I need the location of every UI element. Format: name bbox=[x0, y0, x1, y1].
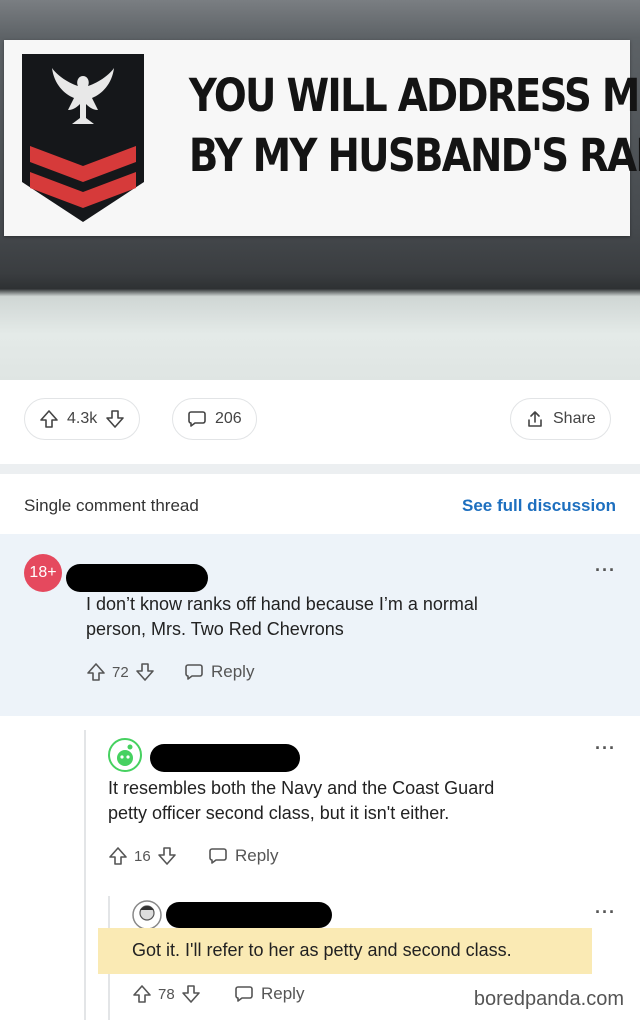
section-divider bbox=[0, 464, 640, 474]
vote-count: 78 bbox=[158, 985, 175, 1003]
more-options-icon[interactable]: ··· bbox=[595, 738, 616, 759]
sticker-text: YOU WILL ADDRESS ME BY MY HUSBAND'S RANK bbox=[188, 66, 640, 186]
comment-vote: 78 bbox=[132, 984, 201, 1004]
thread-header: Single comment thread See full discussio… bbox=[0, 474, 640, 534]
avatar-icon[interactable] bbox=[132, 900, 162, 930]
share-label: Share bbox=[553, 410, 596, 427]
vote-pill: 4.3k bbox=[24, 398, 141, 440]
downvote-icon[interactable] bbox=[105, 409, 125, 429]
snoo-avatar-icon[interactable] bbox=[108, 738, 142, 772]
comment-count: 206 bbox=[215, 410, 242, 427]
reply-icon bbox=[184, 662, 204, 682]
comment-icon bbox=[187, 409, 207, 429]
more-options-icon[interactable]: ··· bbox=[595, 902, 616, 923]
redacted-username bbox=[150, 744, 300, 772]
comment-line: Got it. I'll refer to her as petty and s… bbox=[132, 940, 512, 960]
vote-count: 72 bbox=[112, 663, 129, 681]
post-image[interactable]: YOU WILL ADDRESS ME BY MY HUSBAND'S RANK bbox=[0, 0, 640, 380]
comment-line: person, Mrs. Two Red Chevrons bbox=[86, 619, 344, 639]
comment-highlighted: 18+ ··· I don’t know ranks off hand beca… bbox=[0, 534, 640, 716]
comment-line: petty officer second class, but it isn't… bbox=[108, 803, 450, 823]
reply-button[interactable]: Reply bbox=[208, 846, 278, 866]
comment-body: Got it. I'll refer to her as petty and s… bbox=[132, 938, 512, 963]
share-icon bbox=[525, 409, 545, 429]
vote-count: 4.3k bbox=[67, 410, 98, 427]
reply-icon bbox=[234, 984, 254, 1004]
redacted-username bbox=[166, 902, 332, 928]
comments-button[interactable]: 206 bbox=[172, 398, 257, 440]
downvote-icon[interactable] bbox=[157, 846, 177, 866]
upvote-icon[interactable] bbox=[108, 846, 128, 866]
comment-vote: 16 bbox=[108, 846, 177, 866]
thread-line bbox=[84, 730, 86, 1020]
reply-label: Reply bbox=[261, 984, 305, 1003]
comment-line: It resembles both the Navy and the Coast… bbox=[108, 778, 495, 798]
nsfw-avatar[interactable]: 18+ bbox=[24, 554, 62, 592]
reply-button[interactable]: Reply bbox=[184, 662, 254, 682]
vote-count: 16 bbox=[134, 847, 151, 865]
bumper-sticker: YOU WILL ADDRESS ME BY MY HUSBAND'S RANK bbox=[4, 40, 640, 236]
downvote-icon[interactable] bbox=[135, 662, 155, 682]
sticker-line-1: YOU WILL ADDRESS ME bbox=[188, 69, 640, 122]
thread-title: Single comment thread bbox=[24, 496, 199, 515]
share-button[interactable]: Share bbox=[510, 398, 611, 440]
sticker-line-2: BY MY HUSBAND'S RANK bbox=[188, 129, 640, 182]
comment-vote: 72 bbox=[86, 662, 155, 682]
redacted-username bbox=[66, 564, 208, 592]
upvote-icon[interactable] bbox=[86, 662, 106, 682]
post-action-bar: 4.3k 206 Share bbox=[0, 392, 640, 450]
see-full-discussion-link[interactable]: See full discussion bbox=[462, 496, 616, 516]
comment-line: I don’t know ranks off hand because I’m … bbox=[86, 594, 478, 614]
upvote-icon[interactable] bbox=[132, 984, 152, 1004]
comment-body: I don’t know ranks off hand because I’m … bbox=[86, 592, 478, 642]
reply-button[interactable]: Reply bbox=[234, 984, 304, 1004]
rank-insignia-icon bbox=[22, 54, 144, 222]
comment-body: It resembles both the Navy and the Coast… bbox=[108, 776, 494, 826]
upvote-icon[interactable] bbox=[39, 409, 59, 429]
more-options-icon[interactable]: ··· bbox=[595, 560, 616, 581]
reply-icon bbox=[208, 846, 228, 866]
reply-label: Reply bbox=[211, 662, 255, 681]
watermark: boredpanda.com bbox=[473, 988, 624, 1010]
downvote-icon[interactable] bbox=[181, 984, 201, 1004]
reply-label: Reply bbox=[235, 846, 279, 865]
